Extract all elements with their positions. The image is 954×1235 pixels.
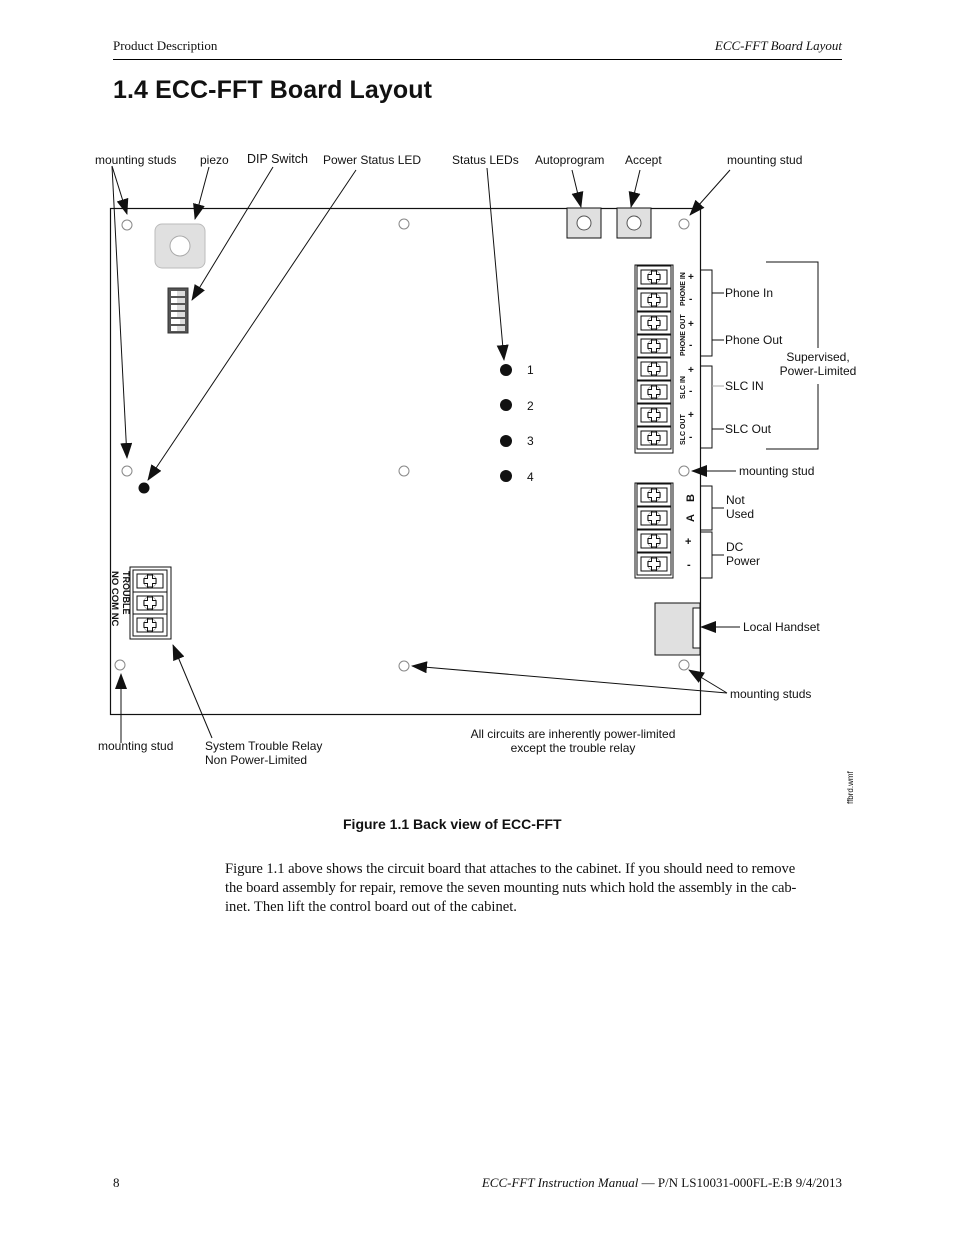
manual-title: ECC-FFT Instruction Manual bbox=[481, 1175, 639, 1190]
callout-supervised: Supervised, bbox=[786, 350, 849, 364]
body-line: the board assembly for repair, remove th… bbox=[225, 880, 797, 896]
terminal-polarity: + bbox=[688, 272, 694, 283]
terminal-polarity: - bbox=[689, 432, 692, 443]
callout-mounting-stud-middle-right: mounting stud bbox=[739, 464, 814, 478]
mounting-stud-icon bbox=[398, 660, 410, 672]
status-led-number: 4 bbox=[527, 470, 534, 484]
status-led-1-icon bbox=[500, 364, 512, 376]
figure-note: All circuits are inherently power-limite… bbox=[471, 727, 676, 741]
callout-autoprogram: Autoprogram bbox=[535, 153, 604, 167]
trouble-pins-label: NO COM NC bbox=[109, 571, 120, 627]
callout-piezo: piezo bbox=[200, 153, 229, 167]
terminal-polarity: - bbox=[689, 340, 692, 351]
part-info: — P/N LS10031-000FL-E:B 9/4/2013 bbox=[638, 1175, 842, 1190]
mounting-stud-icon bbox=[678, 659, 690, 671]
terminal-polarity: + bbox=[685, 536, 691, 548]
status-led-number: 2 bbox=[527, 399, 534, 413]
callout-slc-in: SLC IN bbox=[725, 379, 764, 393]
figure-file-name: ffbrd.wmf bbox=[846, 770, 855, 804]
terminal-polarity: + bbox=[688, 319, 694, 330]
terminal-polarity: + bbox=[688, 410, 694, 421]
figure-note-2: except the trouble relay bbox=[511, 741, 636, 755]
callout-power-status-led: Power Status LED bbox=[323, 153, 421, 167]
callout-local-handset: Local Handset bbox=[743, 620, 820, 634]
callout-mounting-stud-top-right: mounting stud bbox=[727, 153, 802, 167]
mounting-stud-icon bbox=[678, 218, 690, 230]
callout-dc-power: DC bbox=[726, 540, 744, 554]
power-status-led-icon bbox=[138, 482, 150, 494]
mounting-stud-icon bbox=[121, 465, 133, 477]
callout-dip-switch: DIP Switch bbox=[247, 152, 308, 166]
callout-not-used: Not bbox=[726, 493, 745, 507]
trouble-label: TROUBLE bbox=[121, 571, 131, 615]
running-footer: ECC-FFT Instruction Manual — P/N LS10031… bbox=[482, 1175, 842, 1191]
trouble-relay-terminal-block bbox=[129, 566, 172, 640]
figure-caption: Figure 1.1 Back view of ECC-FFT bbox=[343, 816, 562, 832]
terminal-polarity: + bbox=[688, 365, 694, 376]
autoprogram-button-icon bbox=[566, 207, 602, 239]
dip-switch-icon bbox=[167, 287, 189, 334]
callout-not-used-2: Used bbox=[726, 507, 754, 521]
callout-dc-power-2: Power bbox=[726, 554, 760, 568]
callout-accept: Accept bbox=[625, 153, 662, 167]
callout-mounting-studs-bottom-right: mounting studs bbox=[730, 687, 811, 701]
callout-phone-out: Phone Out bbox=[725, 333, 783, 347]
terminal-label-b: B bbox=[685, 494, 697, 502]
callout-power-limited: Power-Limited bbox=[780, 364, 857, 378]
mounting-stud-icon bbox=[114, 659, 126, 671]
callout-non-power-limited: Non Power-Limited bbox=[205, 753, 307, 767]
callout-mounting-studs-top-left: mounting studs bbox=[95, 153, 176, 167]
page-number: 8 bbox=[113, 1175, 120, 1190]
terminal-polarity: - bbox=[689, 386, 692, 397]
phone-slc-terminal-block bbox=[634, 264, 674, 454]
board-layout-figure: 1 2 3 4 PHONE IN PHONE OUT SLC IN SLC OU… bbox=[0, 0, 954, 820]
mounting-stud-icon bbox=[678, 465, 690, 477]
status-led-2-icon bbox=[500, 399, 512, 411]
terminal-label-phone-out: PHONE OUT bbox=[680, 314, 687, 356]
terminal-polarity: - bbox=[687, 559, 691, 571]
mounting-stud-icon bbox=[121, 219, 133, 231]
callout-phone-in: Phone In bbox=[725, 286, 773, 300]
mounting-stud-icon bbox=[398, 465, 410, 477]
terminal-label-slc-out: SLC OUT bbox=[680, 414, 687, 445]
terminal-label-a: A bbox=[685, 514, 697, 522]
body-paragraph: Figure 1.1 above shows the circuit board… bbox=[225, 860, 845, 917]
status-led-number: 1 bbox=[527, 363, 534, 377]
callout-slc-out: SLC Out bbox=[725, 422, 772, 436]
body-line: Figure 1.1 above shows the circuit board… bbox=[225, 861, 796, 877]
callout-trouble-relay: System Trouble Relay bbox=[205, 739, 322, 753]
circuit-board-outline bbox=[109, 207, 702, 716]
callout-status-leds: Status LEDs bbox=[452, 153, 519, 167]
accept-button-icon bbox=[616, 207, 652, 239]
body-line: inet. Then lift the control board out of… bbox=[225, 899, 517, 915]
power-terminal-block bbox=[634, 482, 674, 579]
piezo-icon bbox=[154, 223, 206, 269]
status-led-number: 3 bbox=[527, 434, 534, 448]
status-led-4-icon bbox=[500, 470, 512, 482]
terminal-label-slc-in: SLC IN bbox=[680, 376, 687, 399]
callout-mounting-stud-bottom-left: mounting stud bbox=[98, 739, 173, 753]
mounting-stud-icon bbox=[398, 218, 410, 230]
terminal-label-phone-in: PHONE IN bbox=[680, 272, 687, 306]
local-handset-connector-icon bbox=[654, 602, 701, 656]
status-led-3-icon bbox=[500, 435, 512, 447]
terminal-polarity: - bbox=[689, 294, 692, 305]
